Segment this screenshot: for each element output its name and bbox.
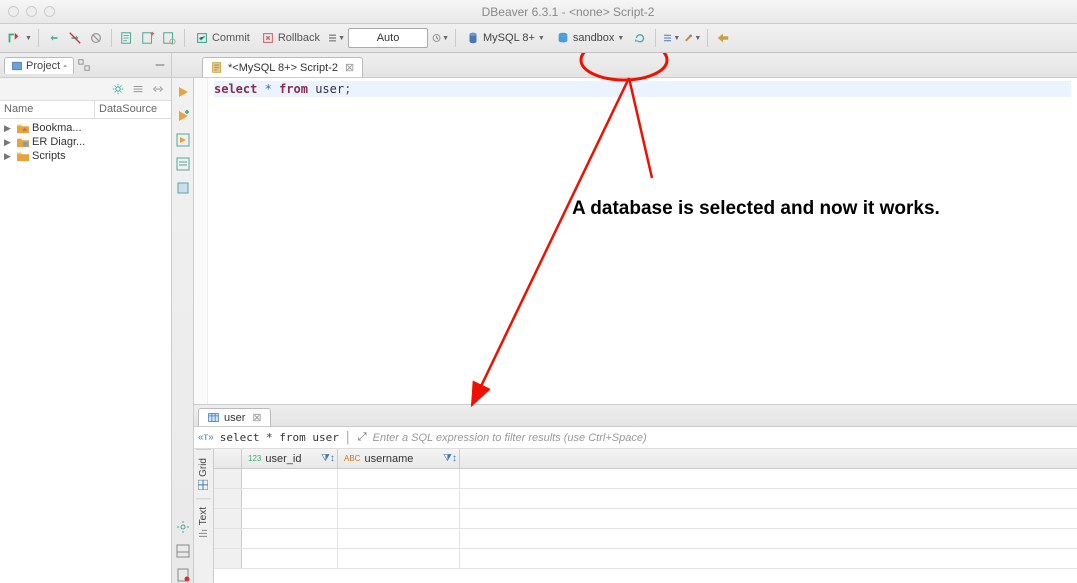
refresh-icon[interactable]	[631, 29, 649, 47]
settings-icon[interactable]	[175, 519, 191, 535]
sql-line: select * from user;	[214, 81, 1071, 97]
transaction-log-icon[interactable]: ▼	[431, 29, 449, 47]
datasource-selector[interactable]: MySQL 8+ ▼	[462, 28, 549, 48]
results-view-switcher: Grid Text	[194, 449, 214, 583]
datasource-label: MySQL 8+	[483, 32, 535, 44]
table-row[interactable]	[214, 469, 1077, 489]
new-connection-icon[interactable]	[4, 29, 22, 47]
table-row[interactable]	[214, 549, 1077, 569]
table-row[interactable]	[214, 529, 1077, 549]
filter-input[interactable]: Enter a SQL expression to filter results…	[373, 432, 647, 444]
close-tab-icon[interactable]: ⊠	[345, 61, 354, 74]
log-icon[interactable]	[175, 567, 191, 583]
results-filter-bar: «ᴛ» select * from user │ ⤢ Enter a SQL e…	[194, 427, 1077, 449]
list-icon[interactable]: ▼	[662, 29, 680, 47]
sql-editor-icon[interactable]	[118, 29, 136, 47]
results-grid[interactable]: 123 user_id ⧩↕ ABC username ⧩↕	[214, 449, 1077, 583]
commit-button[interactable]: Commit	[191, 28, 254, 48]
minimize-icon[interactable]	[153, 58, 167, 72]
minimize-window-button[interactable]	[26, 6, 37, 17]
grid-header-row: 123 user_id ⧩↕ ABC username ⧩↕	[214, 449, 1077, 469]
close-tab-icon[interactable]: ⊠	[252, 411, 261, 424]
execute-icon[interactable]	[175, 84, 191, 100]
expand-icon[interactable]: ⤢	[358, 431, 367, 444]
executed-query-label: select * from user	[220, 431, 339, 444]
maximize-window-button[interactable]	[44, 6, 55, 17]
collapse-icon[interactable]	[131, 82, 145, 96]
dropdown-arrow-icon: ▼	[538, 35, 545, 42]
rollback-label: Rollback	[278, 32, 320, 44]
grid-view-tab[interactable]: Grid	[196, 449, 211, 498]
project-panel-tab[interactable]: Project -	[4, 57, 74, 74]
cancel-icon[interactable]	[87, 29, 105, 47]
filter-icon[interactable]: ⧩↕	[321, 453, 331, 464]
window-controls	[8, 6, 55, 17]
new-sql-icon[interactable]	[139, 29, 157, 47]
table-row[interactable]	[214, 489, 1077, 509]
rollback-button[interactable]: Rollback	[257, 28, 324, 48]
column-header-user-id[interactable]: 123 user_id ⧩↕	[242, 449, 338, 468]
tools-icon[interactable]: ▼	[683, 29, 701, 47]
sql-tag-icon: «ᴛ»	[198, 432, 214, 443]
execute-new-tab-icon[interactable]	[175, 108, 191, 124]
text-view-tab[interactable]: Text	[196, 498, 211, 546]
panel-toggle-icon[interactable]	[175, 543, 191, 559]
minimize-panel-icon[interactable]	[77, 58, 91, 72]
transaction-mode-icon[interactable]: ▼	[327, 29, 345, 47]
window-title: DBeaver 6.3.1 - <none> Script-2	[67, 5, 1069, 19]
project-tree: ▶ Bookma... ▶ ER Diagr... ▶ Scripts	[0, 119, 171, 583]
gear-icon[interactable]	[111, 82, 125, 96]
disconnect-icon[interactable]	[66, 29, 84, 47]
explain-plan-icon[interactable]	[175, 156, 191, 172]
main-toolbar: ▼ Commit Rollback ▼ Auto ▼ MySQL 8+ ▼ sa…	[0, 24, 1077, 53]
tree-item-scripts[interactable]: ▶ Scripts	[0, 149, 171, 163]
sql-editor[interactable]: select * from user;	[194, 78, 1077, 404]
tree-item-er-diagrams[interactable]: ▶ ER Diagr...	[0, 135, 171, 149]
preferences-icon[interactable]	[714, 29, 732, 47]
results-tab-user[interactable]: user ⊠	[198, 408, 271, 426]
tree-item-bookmarks[interactable]: ▶ Bookma...	[0, 121, 171, 135]
dropdown-arrow-icon: ▼	[617, 35, 624, 42]
link-icon[interactable]	[151, 82, 165, 96]
commit-mode-combo[interactable]: Auto	[348, 28, 428, 48]
tree-header: Name DataSource	[0, 101, 171, 119]
project-sidebar: Project - Name DataSource ▶ Bookma... ▶ …	[0, 53, 172, 583]
commit-label: Commit	[212, 32, 250, 44]
database-label: sandbox	[573, 32, 615, 44]
editor-area: *<MySQL 8+> Script-2 ⊠	[172, 53, 1077, 583]
close-window-button[interactable]	[8, 6, 19, 17]
editor-action-bar	[172, 78, 194, 583]
dropdown-arrow-icon[interactable]: ▼	[25, 35, 32, 42]
recent-sql-icon[interactable]	[160, 29, 178, 47]
editor-tab-script[interactable]: *<MySQL 8+> Script-2 ⊠	[202, 57, 363, 77]
window-titlebar: DBeaver 6.3.1 - <none> Script-2	[0, 0, 1077, 24]
filter-icon[interactable]: ⧩↕	[443, 453, 453, 464]
column-header-username[interactable]: ABC username ⧩↕	[338, 449, 460, 468]
connect-icon[interactable]	[45, 29, 63, 47]
database-selector[interactable]: sandbox ▼	[552, 28, 629, 48]
table-row[interactable]	[214, 509, 1077, 529]
execute-script-icon[interactable]	[175, 132, 191, 148]
execute-plan-icon[interactable]	[175, 180, 191, 196]
